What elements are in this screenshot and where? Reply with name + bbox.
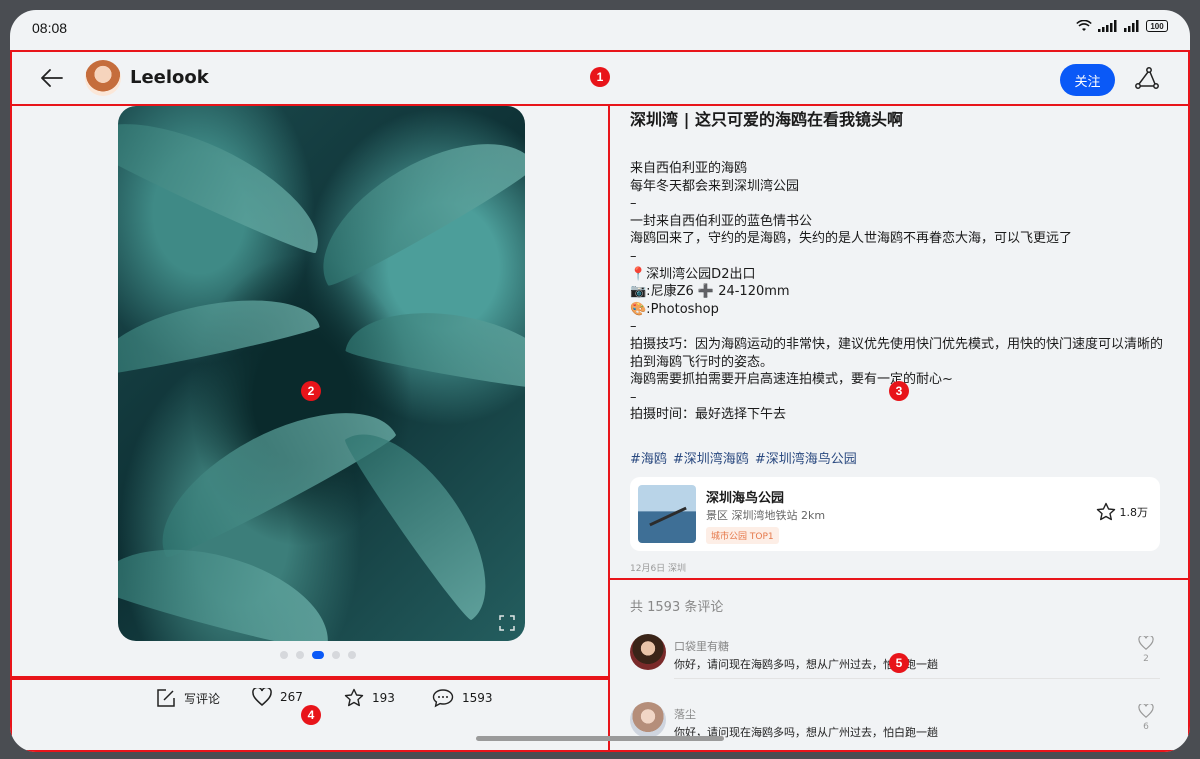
body-line: –	[630, 196, 637, 212]
page-dot[interactable]	[332, 651, 340, 659]
body-line: 📷:尼康Z6 ➕ 24-120mm	[630, 284, 790, 300]
location-rank-badge: 城市公园 TOP1	[706, 527, 779, 544]
like-count: 267	[280, 690, 303, 704]
status-bar: 08:08 100	[10, 10, 1190, 50]
star-icon	[344, 688, 364, 707]
post-photo[interactable]	[118, 106, 525, 641]
topic-tags: #海鸥 #深圳湾海鸥 #深圳湾海鸟公园	[630, 448, 857, 467]
post-date: 12月6日 深圳	[630, 564, 687, 574]
location-thumbnail	[638, 485, 696, 543]
like-button[interactable]: 267	[252, 688, 303, 706]
comment-count: 1593	[462, 691, 493, 705]
leaf-shape	[296, 110, 525, 292]
annotation-marker: 2	[301, 381, 321, 401]
author-name[interactable]: Leelook	[130, 67, 209, 88]
topic-tag[interactable]: #深圳湾海鸥	[673, 448, 749, 467]
topic-tag[interactable]: #海鸥	[630, 448, 667, 467]
write-comment-label: 写评论	[184, 691, 221, 706]
back-button[interactable]	[38, 64, 66, 92]
share-button[interactable]	[1134, 66, 1162, 94]
leaf-shape	[340, 408, 516, 624]
body-line: 来自西伯利亚的海鸥	[630, 161, 748, 176]
commenter-avatar[interactable]	[630, 634, 666, 670]
comment-icon	[432, 689, 454, 708]
body-line: 拍摄技巧：因为海鸥运动的非常快，建议优先使用快门优先模式，用快的快门速度可以清晰…	[630, 336, 1164, 352]
heart-icon	[252, 688, 272, 706]
star-icon	[1096, 502, 1115, 521]
annotation-marker: 5	[889, 653, 909, 673]
favorite-button[interactable]: 193	[344, 688, 395, 708]
body-line: 每年冬天都会来到深圳湾公园	[630, 178, 800, 194]
arrow-left-icon	[41, 69, 63, 87]
body-line: 拍摄时间：最好选择下午去	[630, 407, 787, 423]
signal-icon-2	[1124, 20, 1139, 32]
post-title: 深圳湾 | 这只可爱的海鸥在看我镜头啊	[630, 110, 903, 129]
share-icon	[1135, 67, 1159, 89]
body-line: –	[630, 319, 637, 335]
commenter-avatar[interactable]	[630, 702, 666, 738]
home-indicator[interactable]	[476, 736, 724, 741]
location-card[interactable]: 深圳海鸟公园 景区 深圳湾地铁站 2km 城市公园 TOP1 1.8万	[630, 477, 1160, 551]
body-line: 🎨:Photoshop	[630, 301, 719, 317]
signal-icon	[1098, 20, 1117, 32]
location-favorite-button[interactable]: 1.8万	[1096, 502, 1149, 522]
commenter-name[interactable]: 落尘	[674, 706, 696, 722]
location-subtitle: 景区 深圳湾地铁站 2km	[706, 509, 826, 522]
topic-tag[interactable]: #深圳湾海鸟公园	[755, 448, 857, 467]
status-time: 08:08	[32, 20, 68, 36]
system-icons: 100	[1076, 20, 1168, 32]
page-dot[interactable]	[280, 651, 288, 659]
body-line: 拍到海鸥飞行时的姿态。	[630, 354, 774, 370]
battery-icon: 100	[1146, 20, 1168, 32]
page-dot[interactable]	[296, 651, 304, 659]
comments-total: 共 1593 条评论	[630, 600, 724, 615]
annotation-marker: 3	[889, 381, 909, 401]
body-line: –	[630, 248, 637, 264]
page-dot-active[interactable]	[312, 651, 324, 659]
body-line: 📍深圳湾公园D2出口	[630, 266, 756, 282]
comment-like-button[interactable]: 6	[1138, 704, 1154, 732]
comment-like-count: 2	[1143, 654, 1149, 664]
leaf-shape	[118, 282, 321, 380]
body-line: 一封来自西伯利亚的蓝色情书公	[630, 213, 813, 229]
follow-button[interactable]: 关注	[1060, 64, 1115, 96]
tablet-screen: 08:08 100 Leelook 关注 写评论 267 193 1593 深圳…	[10, 10, 1190, 752]
favorite-count: 193	[372, 691, 395, 705]
annotation-marker: 1	[590, 67, 610, 87]
location-name: 深圳海鸟公园	[706, 491, 785, 506]
expand-icon[interactable]	[499, 615, 515, 631]
photo-pagination	[280, 651, 356, 659]
leaf-shape	[344, 297, 525, 395]
write-comment-button[interactable]: 写评论	[156, 688, 220, 708]
comments-button[interactable]: 1593	[432, 688, 493, 708]
author-avatar[interactable]	[85, 60, 121, 96]
edit-icon	[157, 689, 175, 707]
comment-divider	[674, 678, 1160, 679]
pier-shape	[649, 506, 687, 527]
page-dot[interactable]	[348, 651, 356, 659]
leaf-shape	[118, 106, 339, 259]
body-line: 海鸥回来了，守约的是海鸥，失约的是人世海鸥不再眷恋大海，可以飞更远了	[630, 231, 1073, 247]
comment-like-count: 6	[1143, 722, 1149, 732]
heart-icon	[1138, 704, 1154, 718]
annotation-marker: 4	[301, 705, 321, 725]
location-favorite-count: 1.8万	[1119, 506, 1149, 519]
comment-like-button[interactable]: 2	[1138, 636, 1154, 664]
comment-item[interactable]: 落尘 你好，请问现在海鸥多吗，想从广州过去，怕白跑一趟 6	[630, 702, 1160, 752]
commenter-name[interactable]: 口袋里有糖	[674, 638, 729, 654]
wifi-icon	[1076, 20, 1092, 31]
heart-icon	[1138, 636, 1154, 650]
leaf-shape	[118, 526, 343, 641]
leaf-shape	[136, 379, 400, 563]
